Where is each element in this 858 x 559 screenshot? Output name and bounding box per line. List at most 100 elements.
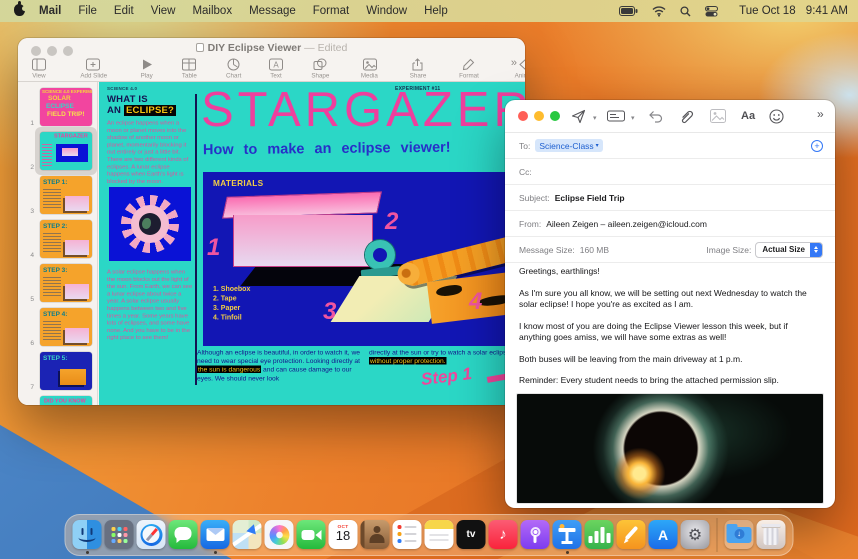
dock-icon-pages[interactable] [616,520,646,549]
media-button[interactable]: Media [353,58,386,80]
menu-date: Tue Oct 18 [739,5,796,17]
menu-edit[interactable]: Edit [114,5,134,17]
format-button[interactable]: Aa [741,110,755,122]
to-field[interactable]: To: Science-Class ▾ + [505,133,835,159]
undo-icon[interactable] [648,109,663,123]
cc-field[interactable]: Cc: [505,159,835,185]
dock-icon-music[interactable]: ♪ [488,520,518,549]
emoji-button[interactable] [769,109,784,124]
zoom-button[interactable] [550,111,560,121]
edited-label: — Edited [304,42,348,54]
slide-navigator: 1 SCIENCE 4.0 EXPERIMENT #11 SOLAR ECLIP… [18,82,98,405]
dock-icon-settings[interactable]: ⚙ [680,520,710,549]
close-button[interactable] [518,111,528,121]
battery-icon[interactable] [619,6,638,16]
thumb-illustration [65,328,89,343]
recipient-token[interactable]: Science-Class ▾ [535,139,603,152]
slide-thumbnail-1[interactable]: 1 SCIENCE 4.0 EXPERIMENT #11 SOLAR ECLIP… [18,85,98,129]
menu-mailbox[interactable]: Mailbox [192,5,232,17]
slide-thumbnail-6[interactable]: 6 STEP 4: [18,305,98,349]
from-label: From: [519,218,542,229]
from-field[interactable]: From: Aileen Zeigen – aileen.zeigen@iclo… [505,211,835,237]
thumbnail-art: STEP 2: [40,220,92,258]
menu-message[interactable]: Message [249,5,296,17]
slide-thumbnail-4[interactable]: 4 STEP 2: [18,217,98,261]
minimize-button[interactable] [534,111,544,121]
dock-icon-reminders[interactable] [392,520,422,549]
image-size-dropdown[interactable]: Actual Size [755,241,823,258]
send-options-chevron-icon[interactable]: ▾ [593,114,597,122]
slide-number: 6 [30,339,34,347]
menu-bar: Mail File Edit View Mailbox Message Form… [0,0,858,22]
dock-icon-trash[interactable] [756,520,786,549]
wifi-icon[interactable] [652,5,666,17]
format-button[interactable]: Format [450,58,488,80]
what-is-heading: WHAT IS AN ECLIPSE? [107,94,177,116]
spotlight-icon[interactable] [680,5,691,17]
dock-icon-numbers[interactable] [584,520,614,549]
attach-icon[interactable] [679,109,694,124]
menu-file[interactable]: File [78,5,97,17]
dock-icon-tv[interactable]: tv [456,520,486,549]
menu-window[interactable]: Window [366,5,407,17]
header-fields-button[interactable] [607,109,625,123]
slide-thumbnail-5[interactable]: 5 STEP 3: [18,261,98,305]
dock-icon-messages[interactable] [168,520,198,549]
thumb-illustration [65,284,89,299]
menu-view[interactable]: View [151,5,176,17]
add-recipient-button[interactable]: + [811,140,823,152]
apple-menu[interactable] [14,0,27,19]
from-value: Aileen Zeigen – aileen.zeigen@icloud.com [546,218,707,229]
slide-number: 7 [30,383,34,391]
dock-icon-maps[interactable] [232,520,262,549]
chart-button[interactable]: Chart [219,58,248,80]
slide-canvas[interactable]: SCIENCE 4.0 EXPERIMENT #11 WHAT IS AN EC… [99,82,525,405]
materials-title: MATERIALS [213,179,264,189]
control-center-icon[interactable] [705,5,719,17]
send-button[interactable] [571,109,586,124]
protection-highlight: without proper protection. [369,357,447,365]
thumb-textlines [43,189,61,209]
text-button[interactable]: A Text [265,58,287,80]
toolbar-overflow-icon[interactable]: » [511,57,517,69]
thumb-textlines [43,277,61,297]
dock-icon-facetime[interactable] [296,520,326,549]
eclipse-attachment-image[interactable] [516,393,824,504]
menu-help[interactable]: Help [424,5,448,17]
shape-button[interactable]: Shape [303,58,338,80]
thumb-illustration [65,196,89,211]
add-slide-button[interactable]: Add Slide [68,58,119,80]
dock-icon-notes[interactable] [424,520,454,549]
thumb-line: FIELD TRIP! [47,110,85,118]
dock-icon-downloads[interactable]: ↓ [724,520,754,549]
insert-photo-icon[interactable] [710,109,726,123]
dock-icon-podcasts[interactable] [520,520,550,549]
dock-icon-launchpad[interactable] [104,520,134,549]
dock-icon-contacts[interactable] [360,520,390,549]
view-button[interactable]: View [26,58,52,80]
slide-thumbnail-2-selected[interactable]: 2 STARGAZER [18,127,98,175]
keynote-toolbar: View Add Slide Play Table Chart A Text Sh… [26,58,525,80]
menu-clock[interactable]: Tue Oct 18 9:41 AM [732,5,848,17]
slide-thumbnail-8[interactable]: DID YOU KNOW [18,393,98,405]
dock-icon-calendar[interactable]: OCT 18 [328,520,358,549]
share-button[interactable]: Share [402,58,434,80]
table-button[interactable]: Table [175,58,204,80]
slide-thumbnail-7[interactable]: 7 STEP 5: [18,349,98,393]
dock-icon-appstore[interactable]: A [648,520,678,549]
menu-format[interactable]: Format [313,5,349,17]
play-button[interactable]: Play [135,58,158,80]
fields-options-chevron-icon[interactable]: ▾ [631,114,635,122]
dock-icon-keynote[interactable] [552,520,582,554]
thumbnail-art: STEP 5: [40,352,92,390]
thumb-title: STARGAZER [54,133,88,139]
subject-field[interactable]: Subject: Eclipse Field Trip [505,185,835,211]
dock-icon-mail[interactable] [200,520,230,554]
menu-app-name[interactable]: Mail [39,5,61,17]
dock-icon-finder[interactable] [72,520,102,554]
slide-thumbnail-3[interactable]: 3 STEP 1: [18,173,98,217]
toolbar-overflow-icon[interactable]: » [817,107,824,121]
dock-icon-photos[interactable] [264,520,294,549]
safety-paragraph-left: Although an eclipse is beautiful, in ord… [197,348,361,382]
dock-icon-safari[interactable] [136,520,166,549]
